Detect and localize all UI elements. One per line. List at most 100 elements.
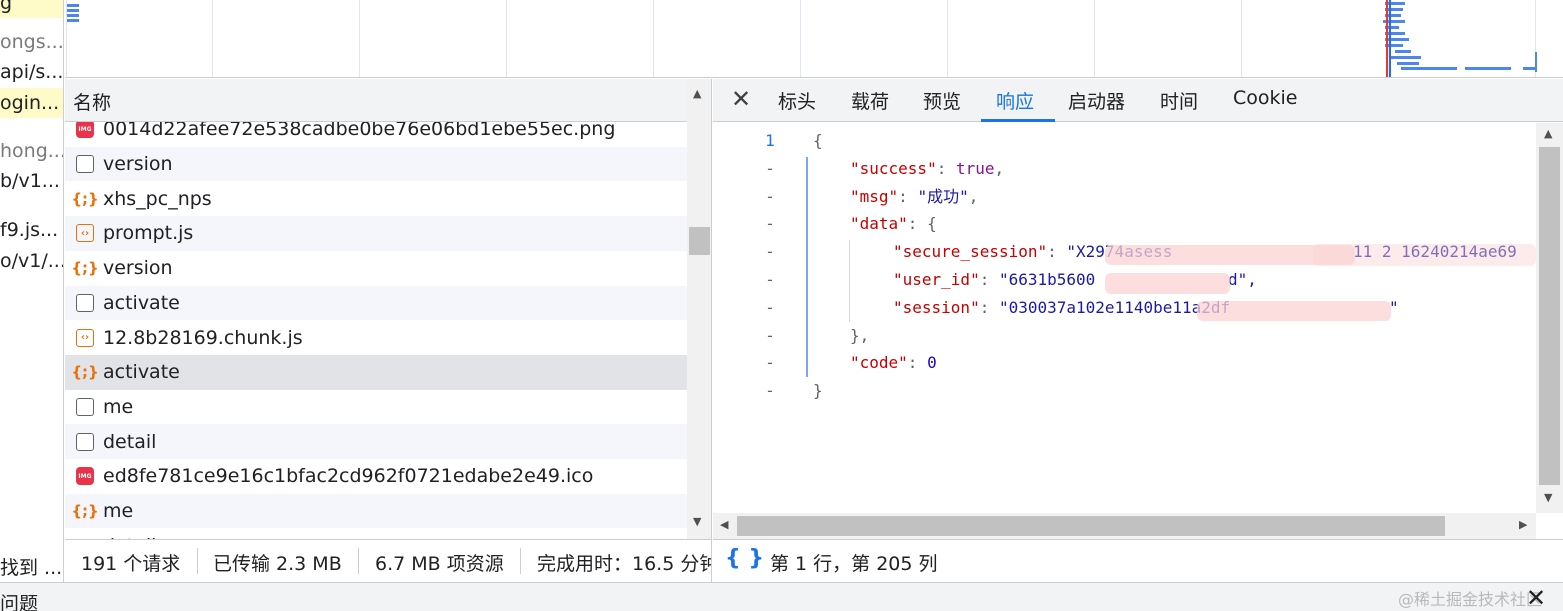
timeline-gridline xyxy=(800,0,801,77)
request-name: ed8fe781ce9e16c1bfac2cd962f0721edabe2e49… xyxy=(103,465,594,488)
close-icon[interactable]: ✕ xyxy=(731,85,751,113)
request-row[interactable]: {;} xhs_pc_nps xyxy=(65,181,687,216)
fold-marker[interactable]: - xyxy=(763,187,777,206)
left-column-item[interactable]: o/v1/... xyxy=(0,246,63,276)
request-row[interactable]: {;} me xyxy=(65,493,687,529)
tab-response[interactable]: 响应 xyxy=(996,87,1034,114)
request-row[interactable]: IMG ed8fe781ce9e16c1bfac2cd962f0721edabe2… xyxy=(65,459,687,494)
json-key-secure-session: "secure_session" xyxy=(893,242,1048,261)
request-name: me xyxy=(103,500,134,523)
json-value-msg: "成功" xyxy=(917,187,969,206)
scrollbar-thumb[interactable] xyxy=(689,227,710,255)
indent-guide xyxy=(806,157,808,377)
tab-preview[interactable]: 预览 xyxy=(923,87,961,114)
close-icon[interactable]: ✕ xyxy=(1526,584,1546,611)
scroll-down-icon[interactable]: ▼ xyxy=(1544,491,1552,504)
request-row[interactable]: IMG 0014d22afee72e538cadbe0be76e06bd1ebe5… xyxy=(65,122,687,147)
request-row-icon: {;} xyxy=(71,259,99,278)
response-code-viewer[interactable]: 1 - - - - - - - - - { "success": true, "… xyxy=(713,123,1536,513)
timeline-gridline xyxy=(1241,0,1242,77)
timeline-gridline xyxy=(212,0,213,77)
left-column-item[interactable]: ongs... xyxy=(0,27,63,57)
left-column-item[interactable]: f9.js... xyxy=(0,215,63,245)
fold-marker[interactable]: - xyxy=(763,298,777,317)
request-rows: IMG 0014d22afee72e538cadbe0be76e06bd1ebe5… xyxy=(65,122,687,539)
response-horizontal-scrollbar[interactable]: ◀ ▶ xyxy=(713,513,1536,539)
json-key-data: "data" xyxy=(850,214,908,233)
request-row-icon xyxy=(76,397,94,416)
fold-marker[interactable]: - xyxy=(763,214,777,233)
scrollbar-thumb[interactable] xyxy=(1539,147,1560,485)
request-row-icon xyxy=(76,155,94,174)
drawer-tab-issues[interactable]: 问题 xyxy=(0,589,38,611)
request-row-icon: ‹› xyxy=(76,224,94,243)
divider xyxy=(520,548,521,574)
response-vertical-scrollbar[interactable]: ▲ ▼ xyxy=(1536,123,1563,513)
request-row[interactable]: me xyxy=(65,390,687,425)
timeline-request-bar xyxy=(67,9,79,12)
request-row[interactable]: {;} version xyxy=(65,251,687,286)
redaction-mark xyxy=(1105,273,1230,294)
scrollbar-thumb[interactable] xyxy=(737,516,1445,536)
request-row[interactable]: activate xyxy=(65,285,687,321)
fold-marker[interactable]: - xyxy=(763,242,777,261)
request-row[interactable]: version xyxy=(65,146,687,182)
scroll-down-icon[interactable]: ▼ xyxy=(693,515,701,528)
left-column-item[interactable]: hong... xyxy=(0,136,63,166)
pretty-print-icon[interactable]: { } xyxy=(725,546,764,571)
timeline-request-bar xyxy=(1385,2,1405,5)
column-header-name[interactable]: 名称 xyxy=(73,88,111,115)
request-name: me xyxy=(103,395,134,418)
json-key-session: "session" xyxy=(893,298,980,317)
request-row[interactable]: detail xyxy=(65,424,687,459)
fold-marker[interactable]: - xyxy=(763,353,777,372)
left-column-item[interactable]: api/s... xyxy=(0,57,63,87)
scroll-up-icon[interactable]: ▲ xyxy=(1544,127,1552,140)
tab-initiator[interactable]: 启动器 xyxy=(1068,87,1125,114)
request-row-icon: ‹› xyxy=(76,328,94,347)
response-status-bar: { } 第 1 行，第 205 列 xyxy=(713,539,1563,582)
json-key-user-id: "user_id" xyxy=(893,270,980,289)
timeline-request-bar xyxy=(1397,62,1419,65)
network-overview-timeline[interactable] xyxy=(65,0,1563,78)
network-summary-bar: 191 个请求 已传输 2.3 MB 6.7 MB 项资源 完成用时：16.5 … xyxy=(65,539,712,582)
request-list-header[interactable]: 名称 ▲ xyxy=(65,79,711,122)
request-row-icon xyxy=(76,432,94,451)
left-column-item[interactable]: b/v1... xyxy=(0,166,63,196)
request-name: prompt.js xyxy=(103,222,194,245)
timeline-request-bar xyxy=(1395,50,1411,53)
request-row[interactable]: ‹› 12.8b28169.chunk.js xyxy=(65,320,687,355)
fold-marker[interactable]: - xyxy=(763,381,777,400)
request-row-icon xyxy=(76,293,94,312)
fold-marker[interactable]: - xyxy=(763,270,777,289)
brace-open: { xyxy=(813,131,823,150)
timeline-gridline xyxy=(506,0,507,77)
redaction-mark xyxy=(1313,244,1536,266)
left-column-item[interactable]: ogin... xyxy=(0,88,63,118)
request-row[interactable]: {;} activate xyxy=(65,354,687,390)
scroll-up-icon[interactable]: ▲ xyxy=(693,87,701,100)
line-number: 1 xyxy=(765,131,775,150)
left-column-item[interactable]: 找到 ... xyxy=(0,553,63,583)
tab-payload[interactable]: 载荷 xyxy=(851,87,889,114)
scroll-right-icon[interactable]: ▶ xyxy=(1519,518,1527,531)
domcontentloaded-marker xyxy=(1389,0,1391,77)
timeline-request-bar xyxy=(67,19,79,22)
request-row[interactable]: {;}detail xyxy=(65,528,687,539)
scroll-left-icon[interactable]: ◀ xyxy=(720,518,728,531)
tab-headers[interactable]: 标头 xyxy=(778,87,816,114)
left-column-item[interactable]: g xyxy=(0,0,63,18)
request-list-scrollbar[interactable]: ▲ ▼ xyxy=(687,79,711,539)
request-row[interactable]: ‹› prompt.js xyxy=(65,216,687,251)
request-name: version xyxy=(103,153,173,176)
finish-time: 完成用时：16.5 分钟 xyxy=(537,553,712,575)
code-line-10: } xyxy=(813,381,823,400)
code-line-6: "user_id": "6631b5600 xyxy=(893,270,1096,289)
tab-timing[interactable]: 时间 xyxy=(1160,87,1198,114)
request-row-icon: IMG xyxy=(76,467,94,486)
timeline-request-bar xyxy=(1401,67,1441,70)
indent-guide xyxy=(849,240,850,322)
fold-marker[interactable]: - xyxy=(763,326,777,345)
fold-marker[interactable]: - xyxy=(763,159,777,178)
tab-cookies[interactable]: Cookie xyxy=(1233,87,1298,109)
